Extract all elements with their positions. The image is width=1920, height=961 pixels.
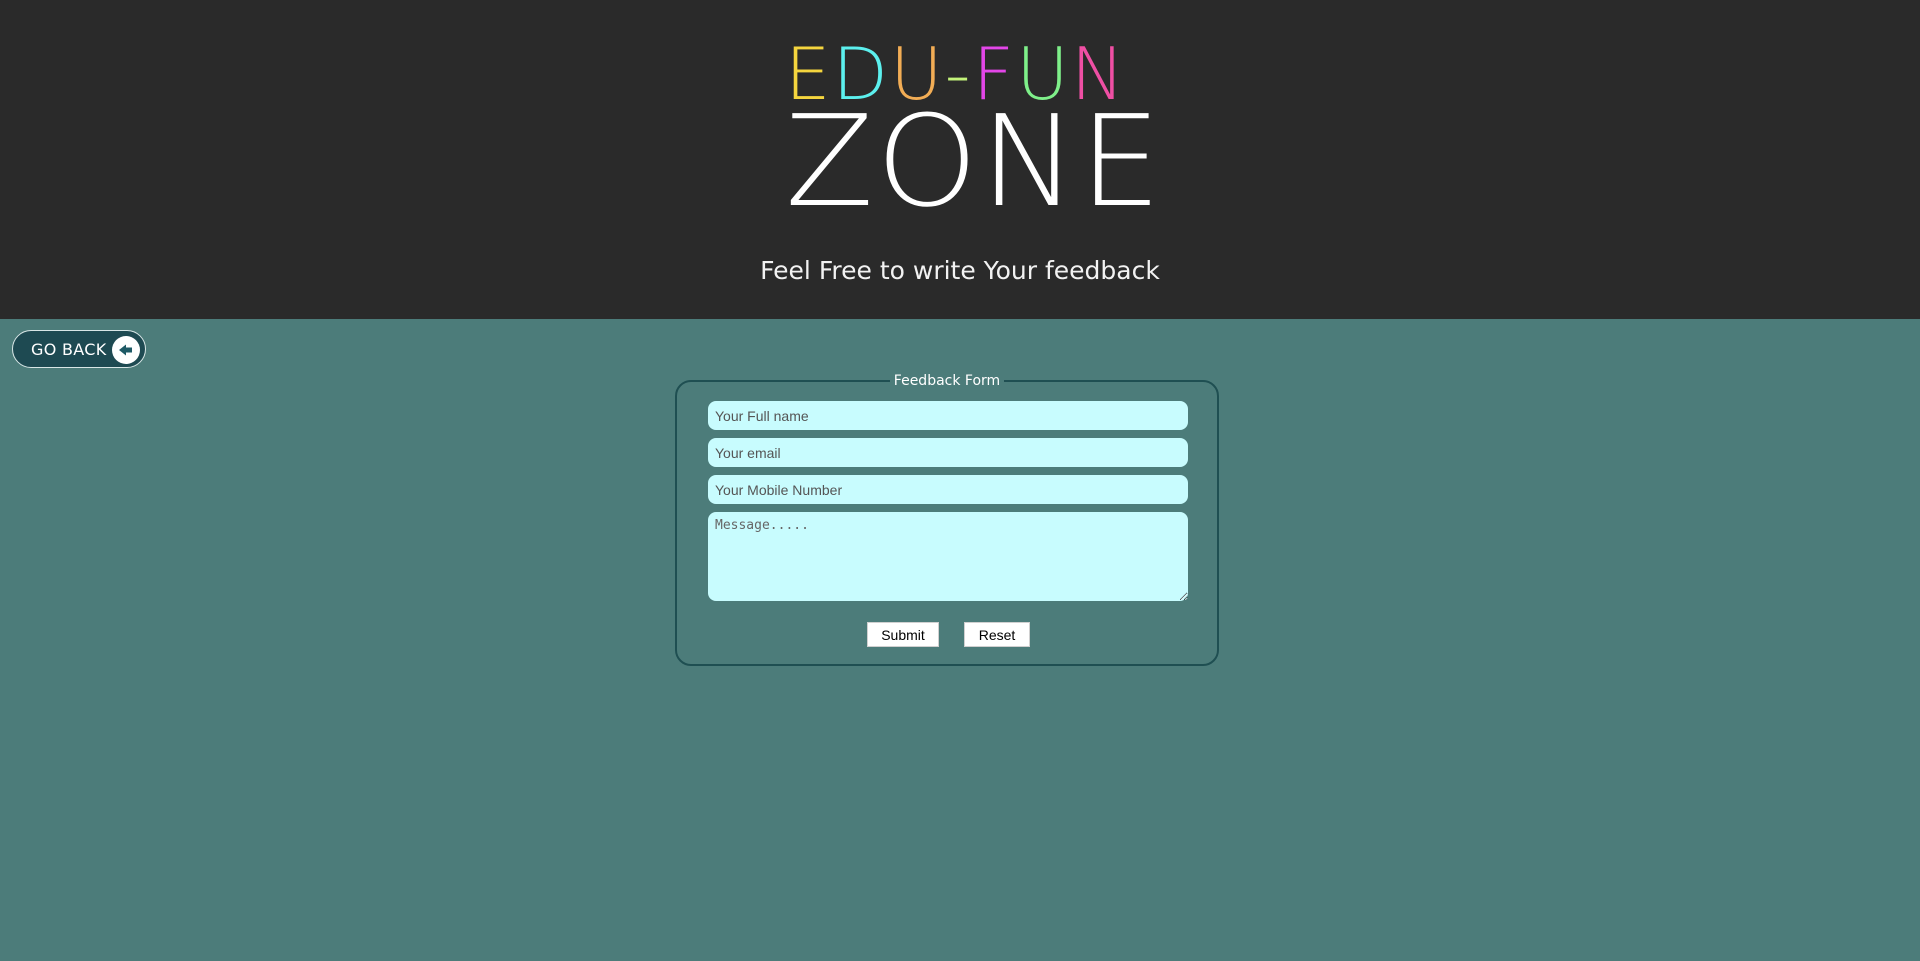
arrow-left-circle-icon	[112, 336, 140, 364]
form-legend: Feedback Form	[677, 372, 1217, 390]
logo: E D U - F U N ZONE	[785, 38, 1161, 225]
full-name-input[interactable]	[708, 401, 1188, 430]
go-back-label: GO BACK	[31, 339, 107, 359]
reset-button[interactable]: Reset	[964, 622, 1030, 647]
email-input[interactable]	[708, 438, 1188, 467]
feedback-form: Feedback Form Submit Reset	[675, 373, 1219, 666]
go-back-button[interactable]: GO BACK	[12, 330, 146, 368]
form-legend-text: Feedback Form	[889, 373, 1005, 389]
page-tagline: Feel Free to write Your feedback	[760, 256, 1160, 285]
mobile-number-input[interactable]	[708, 475, 1188, 504]
header: E D U - F U N ZONE Feel Free to write Yo…	[0, 0, 1920, 319]
submit-button[interactable]: Submit	[867, 622, 939, 647]
message-textarea[interactable]	[708, 512, 1188, 601]
logo-bottom-text: ZONE	[785, 88, 1164, 235]
